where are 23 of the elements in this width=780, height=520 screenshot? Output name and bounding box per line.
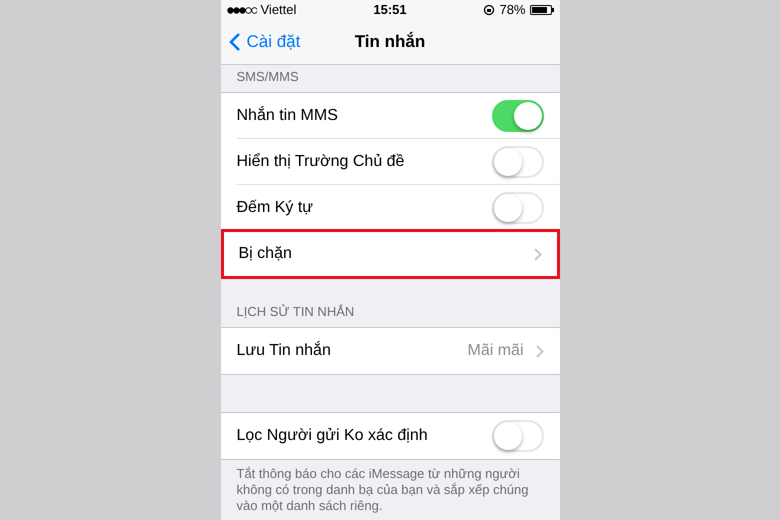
screen-title: Tin nhắn (354, 30, 426, 54)
rotation-lock-icon (483, 4, 496, 16)
section-footer: Tắt thông báo cho các iMessage từ những người không có trong danh bạ của bạn và sắp xếp chúng vào một danh sách riêng. (220, 460, 560, 514)
section-header: LỊCH SỬ TIN NHẮN (236, 302, 354, 320)
back-button[interactable]: Cài đặt (228, 29, 300, 55)
setting-label: Nhắn tin MMS (236, 105, 339, 126)
setting-label: Đếm Ký tự (236, 198, 314, 218)
setting-label: Hiển thị Trường Chủ đề (236, 152, 406, 172)
section-header: SMS/MMS (236, 68, 299, 86)
setting-value: Mãi mãi (467, 341, 524, 361)
toggle-switch[interactable] (492, 100, 544, 132)
status-time: 15:51 (373, 1, 407, 20)
setting-label: Bị chặn (238, 244, 293, 264)
signal-icon (226, 6, 256, 14)
chevron-icon (534, 248, 542, 260)
battery-percent: 78% (499, 1, 526, 20)
setting-label: Lọc Người gửi Ko xác định (236, 426, 429, 446)
back-chevron-icon (228, 32, 240, 52)
battery-icon (530, 5, 554, 15)
chevron-icon (536, 344, 544, 358)
carrier-name: Viettel (260, 1, 296, 20)
setting-label: Lưu Tin nhắn (236, 340, 332, 361)
settings-row[interactable]: Bị chặn (222, 231, 558, 277)
